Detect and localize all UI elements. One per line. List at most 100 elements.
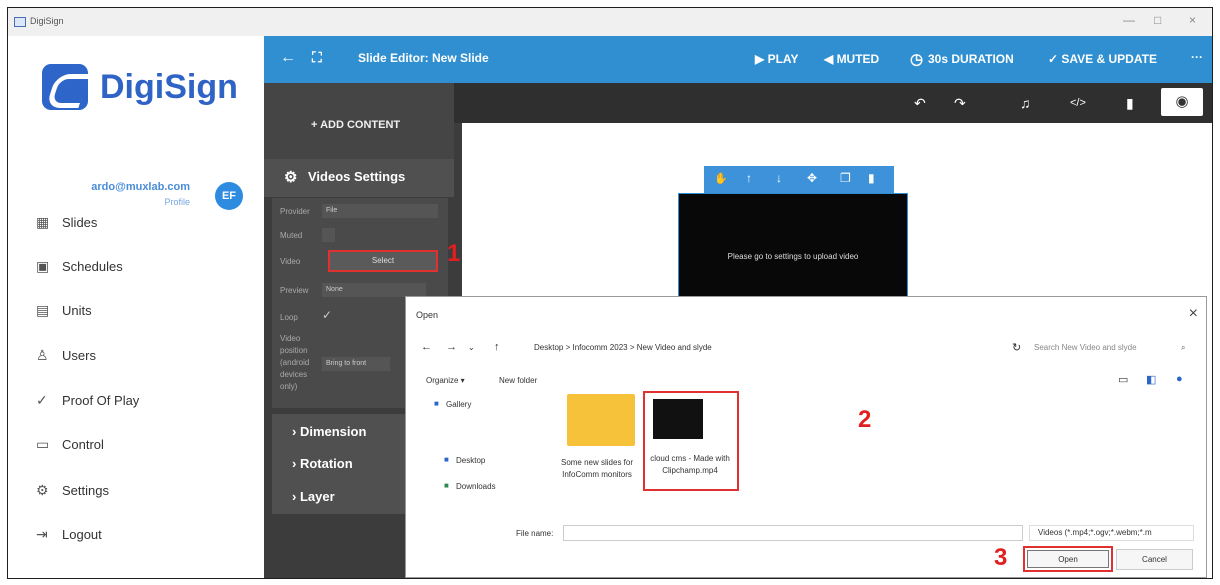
video-settings-header[interactable]: ⚙ Videos Settings [264,159,454,197]
step-annotation-1: 1 [447,240,461,267]
muted-checkbox[interactable] [322,228,335,242]
downloads-icon: ■ [444,481,449,490]
search-placeholder: Search New Video and slyde [1034,343,1137,352]
gallery-icon: ■ [434,399,439,408]
undo-icon[interactable]: ↶ [914,95,926,112]
music-icon[interactable]: ♫ [1020,95,1031,111]
arrow-down-icon[interactable]: ↓ [776,171,782,185]
play-button[interactable]: ▶ PLAY [755,52,798,66]
step-annotation-2: 2 [858,406,872,433]
view-options-icon[interactable]: ▭ [1118,373,1128,386]
sidebar-item-schedules[interactable]: ▣ Schedules [36,252,123,280]
app-window: DigiSign — □ × DigiSign ardo@muxlab.com … [7,7,1213,579]
new-folder-button[interactable]: New folder [499,376,537,385]
trash-icon[interactable]: ▮ [1126,95,1134,112]
loop-check-icon[interactable]: ✓ [322,308,332,322]
video-thumbnail-icon [653,399,703,439]
refresh-icon[interactable]: ↻ [1012,341,1021,354]
navigation-pane: ■ Gallery ■ Desktop ■ Downloads [416,391,528,497]
nav-desktop[interactable]: Desktop [456,456,485,465]
position-label: Video position (android devices only) [280,334,310,391]
hand-icon[interactable]: ✋ [714,172,728,185]
video-element-toolbar: ✋ ↑ ↓ ✥ ❐ ▮ [704,166,894,193]
sidebar-item-label: Units [62,302,92,318]
logo: DigiSign [42,60,238,116]
duration-button[interactable]: 30s DURATION [928,52,1014,66]
sidebar: DigiSign ardo@muxlab.com Profile EF ▦ Sli… [8,36,264,578]
sidebar-item-label: Control [62,436,104,452]
avatar[interactable]: EF [215,182,243,210]
close-button[interactable]: × [1189,13,1196,27]
sidebar-item-users[interactable]: ♙ Users [36,341,96,369]
logo-text: DigiSign [100,68,238,106]
nav-forward-icon[interactable]: → [446,341,457,353]
video-file-item[interactable]: cloud cms - Made with Clipchamp.mp4 2 [643,391,871,491]
layer-section[interactable]: › Layer [292,489,335,504]
maximize-button[interactable]: □ [1154,13,1161,27]
nav-back-icon[interactable]: ← [421,341,432,353]
dialog-title: Open [416,310,439,320]
preview-pane-icon[interactable]: ◧ [1146,373,1156,386]
nav-gallery[interactable]: Gallery [446,400,471,409]
dialog-close-icon[interactable]: × [1189,305,1198,323]
code-icon[interactable]: </> [1070,97,1086,109]
digisign-logo-icon [42,64,88,110]
preview-select[interactable]: None [322,283,426,297]
nav-downloads[interactable]: Downloads [456,482,496,491]
folder-name[interactable]: Some new slides for InfoComm monitors [552,457,642,481]
copy-icon[interactable]: ❐ [840,171,851,185]
app-icon [14,17,26,27]
nav-dropdown-icon[interactable]: ⌄ [468,343,475,352]
dimension-section[interactable]: › Dimension [292,424,366,439]
address-bar[interactable]: Desktop > Infocomm 2023 > New Video and … [526,339,1029,357]
add-content-button[interactable]: + ADD CONTENT [264,83,454,159]
fullscreen-icon[interactable]: ⛶ [312,49,322,66]
gear-icon: ⚙ [284,169,298,186]
desktop-icon: ■ [444,455,449,464]
provider-select[interactable]: File [322,204,438,218]
sidebar-item-control[interactable]: ▭ Control [36,430,104,458]
user-email: ardo@muxlab.com [91,181,190,193]
sidebar-item-slides[interactable]: ▦ Slides [36,208,97,236]
nav-up-icon[interactable]: ↑ [494,341,500,353]
select-video-button[interactable]: Select [328,250,438,272]
organize-menu[interactable]: Organize ▾ [426,376,465,385]
sidebar-item-label: Proof Of Play [62,392,140,408]
rotation-section[interactable]: › Rotation [292,456,353,471]
calendar-icon: ▣ [36,257,50,274]
profile-link[interactable]: Profile [128,197,190,207]
position-select[interactable]: Bring to front [322,357,390,371]
muted-label: Muted [280,231,303,240]
delete-icon[interactable]: ▮ [868,171,875,185]
file-name-input[interactable] [563,525,1023,541]
window-titlebar: DigiSign — □ × [8,8,1212,36]
open-button[interactable]: Open [1023,546,1113,572]
sidebar-item-proof-of-play[interactable]: ✓ Proof Of Play [36,386,139,414]
minimize-button[interactable]: — [1123,13,1135,27]
save-update-button[interactable]: ✓ SAVE & UPDATE [1048,52,1157,66]
muted-button[interactable]: ◀ MUTED [824,52,879,66]
sidebar-item-settings[interactable]: ⚙ Settings [36,476,109,504]
sidebar-item-units[interactable]: ▤ Units [36,296,92,324]
cancel-button[interactable]: Cancel [1116,549,1193,570]
file-name-label: File name: [516,529,554,538]
move-icon[interactable]: ✥ [807,171,817,185]
window-title: DigiSign [30,16,64,26]
file-type-filter[interactable]: Videos (*.mp4;*.ogv;*.webm;*.m [1029,525,1194,541]
help-icon[interactable]: ● [1176,373,1183,385]
open-file-dialog: Open × ← → ⌄ ↑ Desktop > Infocomm 2023 >… [405,296,1207,578]
more-menu-icon[interactable]: ··· [1191,50,1203,64]
preview-eye-button[interactable]: ◉ [1161,88,1203,116]
back-arrow-icon[interactable]: ← [280,49,296,67]
redo-icon[interactable]: ↷ [954,95,966,112]
folder-icon[interactable] [567,394,635,446]
sidebar-item-label: Users [62,347,96,363]
add-content-label: + ADD CONTENT [311,119,401,131]
sidebar-item-logout[interactable]: ⇥ Logout [36,520,102,548]
search-input[interactable]: Search New Video and slyde ⌕ [1034,339,1194,357]
canvas-toolbar: ↶ ↷ ♫ </> ▮ [454,83,1212,123]
video-settings-label: Videos Settings [308,169,406,184]
clock-icon: ◷ [910,51,924,68]
units-icon: ▤ [36,301,50,318]
arrow-up-icon[interactable]: ↑ [746,171,752,185]
